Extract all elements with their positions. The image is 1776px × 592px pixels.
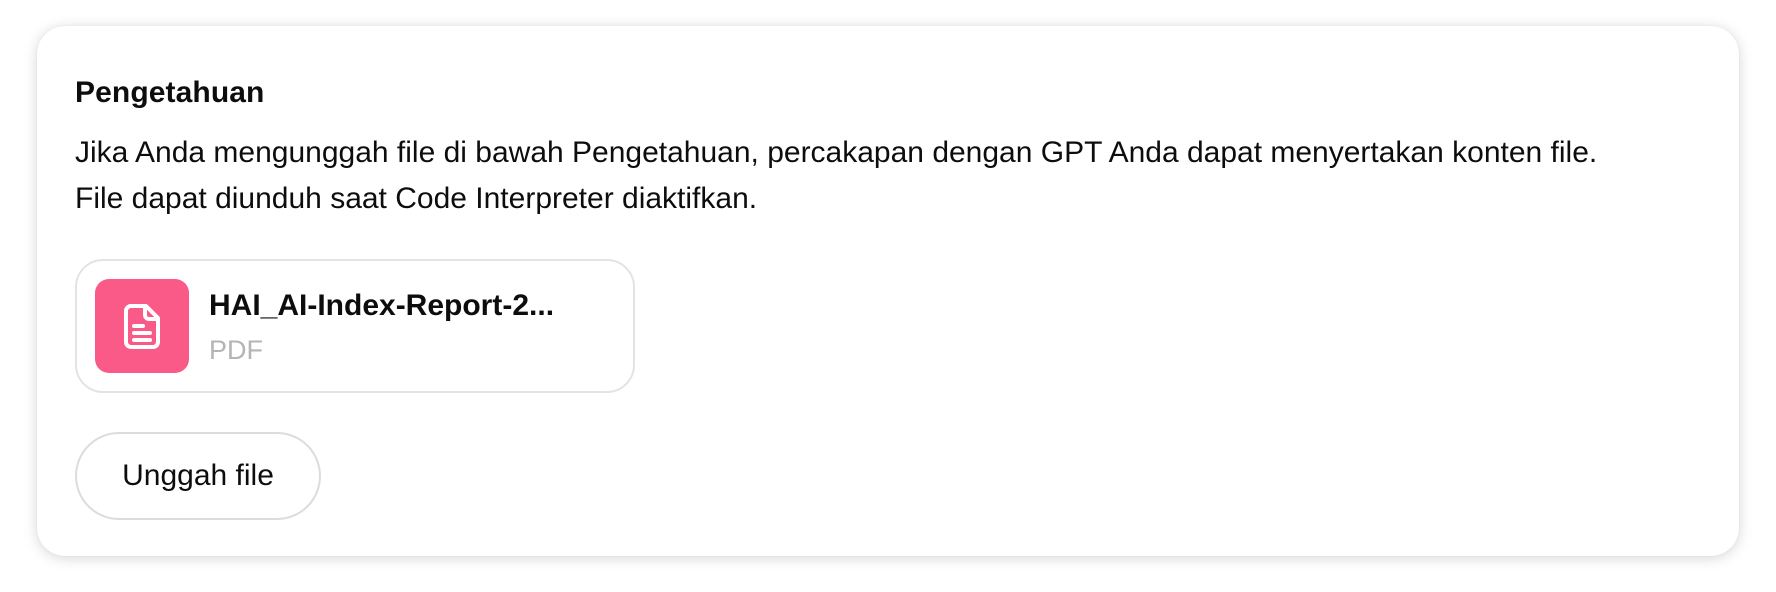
file-icon-tile — [95, 279, 189, 373]
page: Pengetahuan Jika Anda mengunggah file di… — [0, 0, 1776, 592]
file-type: PDF — [209, 335, 263, 365]
section-title: Pengetahuan — [75, 76, 265, 109]
knowledge-card: Pengetahuan Jika Anda mengunggah file di… — [37, 26, 1739, 556]
file-chip[interactable]: HAI_AI-Index-Report-2... PDF — [75, 259, 635, 393]
document-icon — [124, 304, 160, 349]
upload-file-button[interactable]: Unggah file — [75, 432, 321, 520]
file-name: HAI_AI-Index-Report-2... — [209, 289, 555, 322]
section-description: Jika Anda mengunggah file di bawah Penge… — [75, 136, 1598, 215]
